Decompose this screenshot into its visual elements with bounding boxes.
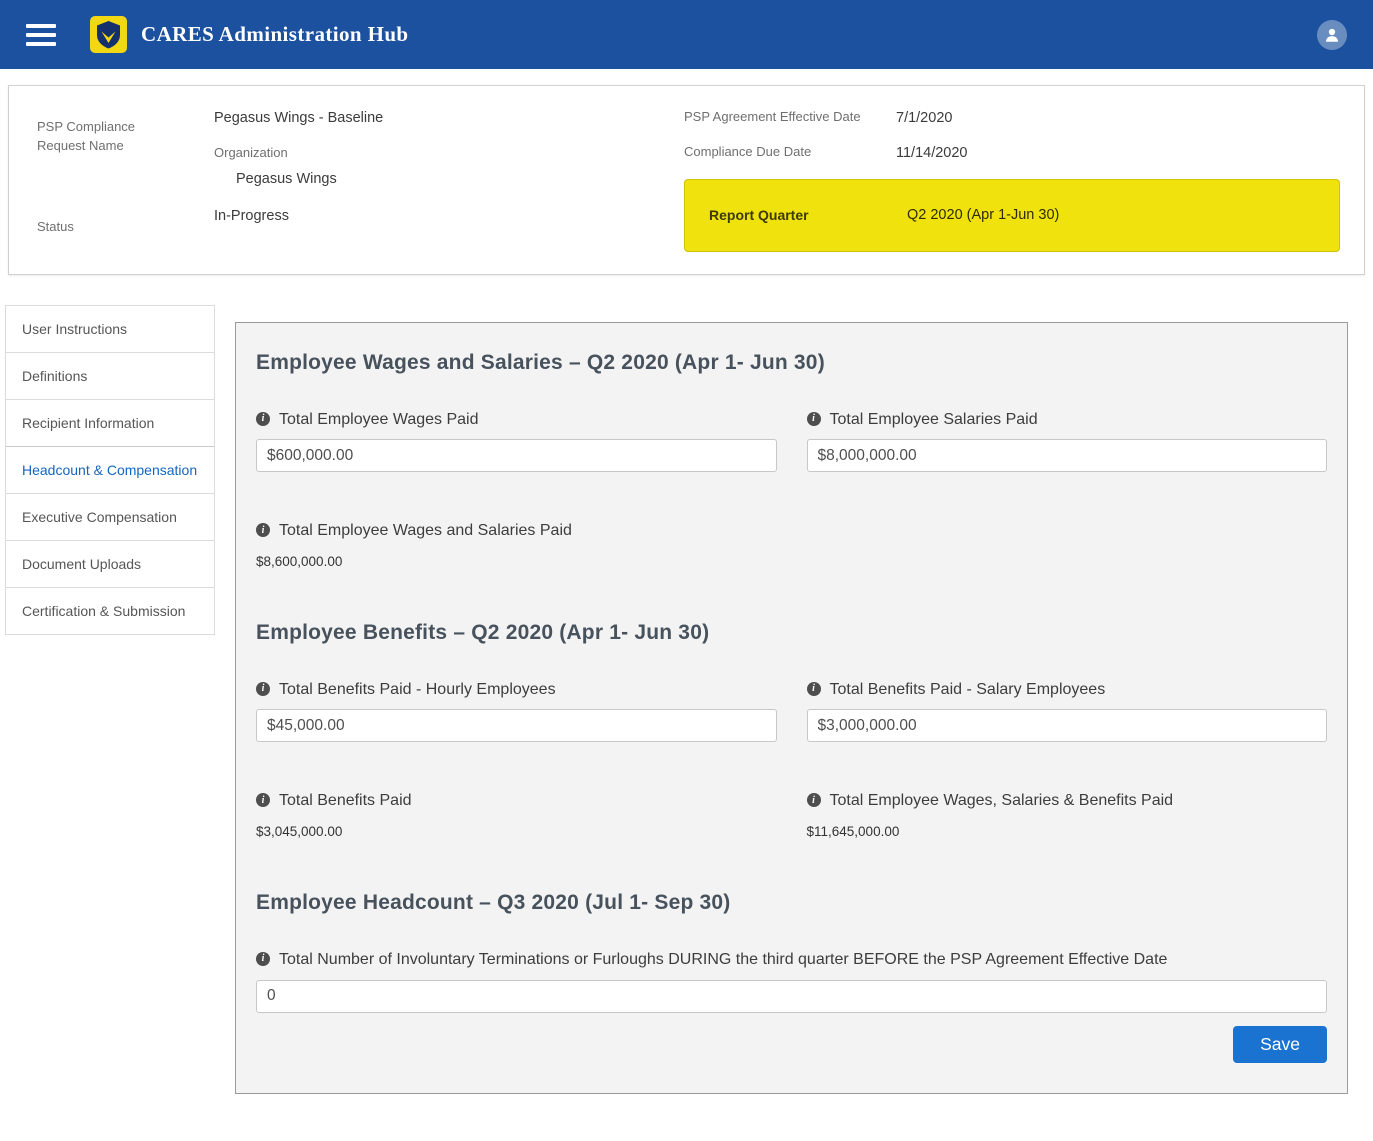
salaries-paid-label: Total Employee Salaries Paid bbox=[830, 409, 1038, 431]
organization-label: Organization bbox=[214, 144, 684, 163]
sidebar-item-user-instructions[interactable]: User Instructions bbox=[5, 305, 215, 353]
effective-date-label: PSP Agreement Effective Date bbox=[684, 108, 896, 128]
status-value: In-Progress bbox=[214, 206, 684, 226]
total-benefits-value: $3,045,000.00 bbox=[256, 824, 777, 839]
report-quarter-highlight: Report Quarter Q2 2020 (Apr 1-Jun 30) bbox=[684, 179, 1340, 252]
terminations-label: Total Number of Involuntary Terminations… bbox=[279, 949, 1167, 971]
request-name-label: PSP Compliance Request Name bbox=[37, 118, 187, 156]
organization-value: Pegasus Wings bbox=[214, 169, 684, 189]
status-label: Status bbox=[37, 218, 214, 237]
report-quarter-value: Q2 2020 (Apr 1-Jun 30) bbox=[907, 207, 1059, 223]
app-header: CARES Administration Hub bbox=[0, 0, 1373, 69]
info-icon[interactable]: i bbox=[807, 412, 821, 426]
info-icon[interactable]: i bbox=[256, 412, 270, 426]
info-icon[interactable]: i bbox=[807, 682, 821, 696]
compliance-summary-card: PSP Compliance Request Name Status Pegas… bbox=[8, 85, 1365, 275]
sidebar-item-definitions[interactable]: Definitions bbox=[5, 352, 215, 400]
person-icon bbox=[1323, 26, 1341, 44]
sidebar-item-executive-compensation[interactable]: Executive Compensation bbox=[5, 493, 215, 541]
wages-paid-input[interactable] bbox=[256, 439, 777, 472]
wages-paid-label: Total Employee Wages Paid bbox=[279, 409, 479, 431]
terminations-input[interactable] bbox=[256, 980, 1327, 1013]
benefits-hourly-input[interactable] bbox=[256, 709, 777, 742]
total-wages-salaries-benefits-value: $11,645,000.00 bbox=[807, 824, 1328, 839]
benefits-salary-label: Total Benefits Paid - Salary Employees bbox=[830, 679, 1106, 701]
headcount-compensation-form: Employee Wages and Salaries – Q2 2020 (A… bbox=[235, 322, 1348, 1094]
total-wages-salaries-label: Total Employee Wages and Salaries Paid bbox=[279, 520, 572, 542]
info-icon[interactable]: i bbox=[256, 523, 270, 537]
benefits-salary-input[interactable] bbox=[807, 709, 1328, 742]
hamburger-menu-icon[interactable] bbox=[26, 24, 56, 46]
sidebar-item-certification-submission[interactable]: Certification & Submission bbox=[5, 587, 215, 635]
sidebar-item-headcount-compensation[interactable]: Headcount & Compensation bbox=[5, 446, 215, 494]
wages-salaries-heading: Employee Wages and Salaries – Q2 2020 (A… bbox=[256, 351, 1327, 375]
due-date-value: 11/14/2020 bbox=[896, 143, 968, 163]
salaries-paid-input[interactable] bbox=[807, 439, 1328, 472]
total-wages-salaries-value: $8,600,000.00 bbox=[256, 554, 1327, 569]
info-icon[interactable]: i bbox=[256, 682, 270, 696]
account-button[interactable] bbox=[1317, 20, 1347, 50]
effective-date-value: 7/1/2020 bbox=[896, 108, 952, 128]
headcount-heading: Employee Headcount – Q3 2020 (Jul 1- Sep… bbox=[256, 891, 1327, 915]
total-benefits-label: Total Benefits Paid bbox=[279, 790, 412, 812]
report-quarter-label: Report Quarter bbox=[709, 207, 907, 223]
sidebar-item-document-uploads[interactable]: Document Uploads bbox=[5, 540, 215, 588]
save-button[interactable]: Save bbox=[1233, 1026, 1327, 1063]
benefits-heading: Employee Benefits – Q2 2020 (Apr 1- Jun … bbox=[256, 621, 1327, 645]
sidebar-item-recipient-information[interactable]: Recipient Information bbox=[5, 399, 215, 447]
info-icon[interactable]: i bbox=[807, 793, 821, 807]
benefits-hourly-label: Total Benefits Paid - Hourly Employees bbox=[279, 679, 556, 701]
info-icon[interactable]: i bbox=[256, 793, 270, 807]
request-name-value: Pegasus Wings - Baseline bbox=[214, 108, 684, 128]
info-icon[interactable]: i bbox=[256, 952, 270, 966]
app-logo-shield-icon bbox=[90, 16, 127, 53]
total-wages-salaries-benefits-label: Total Employee Wages, Salaries & Benefit… bbox=[830, 790, 1174, 812]
app-title: CARES Administration Hub bbox=[141, 22, 409, 47]
due-date-label: Compliance Due Date bbox=[684, 143, 896, 163]
sidebar-nav: User Instructions Definitions Recipient … bbox=[5, 305, 215, 635]
